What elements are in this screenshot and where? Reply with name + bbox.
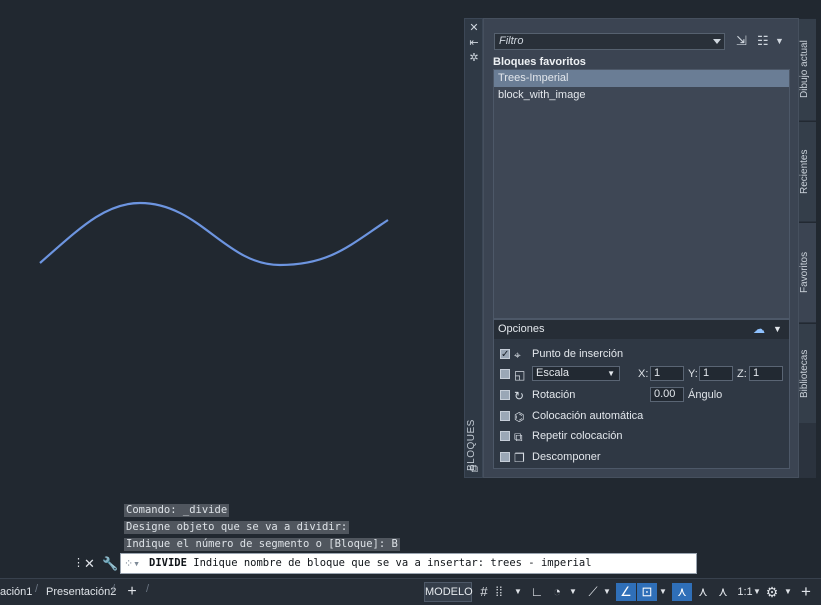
command-name: DIVIDE bbox=[149, 557, 187, 569]
chevron-down-icon[interactable]: ▼ bbox=[513, 583, 523, 601]
add-layout-icon[interactable]: + bbox=[124, 583, 140, 601]
chevron-down-icon[interactable]: ▼ bbox=[607, 367, 615, 380]
command-history-line: Designe objeto que se va a dividir: bbox=[124, 521, 350, 534]
command-history-line: Comando: _divide bbox=[124, 504, 230, 517]
options-title: Opciones bbox=[498, 323, 545, 335]
z-label: Z: bbox=[737, 368, 747, 380]
command-history-line: Indique el número de segmento o [Bloque]… bbox=[124, 538, 400, 551]
chevron-down-icon[interactable]: ▼ bbox=[775, 36, 784, 46]
chevron-down-icon[interactable]: ▼ bbox=[602, 583, 612, 601]
blocks-palette-icon: ⧉ bbox=[470, 463, 478, 475]
browse-library-icon[interactable]: ⇲ bbox=[736, 33, 747, 49]
blocks-palette: Filtro ⇲ ☷ ▼ Bloques favoritos Trees-Imp… bbox=[483, 18, 799, 478]
favorites-title: Bloques favoritos bbox=[493, 56, 586, 68]
tab-recent[interactable]: Recientes bbox=[799, 121, 816, 221]
grip-handle-icon[interactable]: ⋮ bbox=[73, 556, 84, 569]
rotation-input[interactable]: 0.00 bbox=[650, 387, 684, 402]
option-insertion-point[interactable]: ⌖ Punto de inserción bbox=[500, 346, 780, 363]
filter-placeholder: Filtro bbox=[499, 35, 524, 47]
z-input[interactable]: 1 bbox=[749, 366, 783, 381]
tab-favorites[interactable]: Favoritos bbox=[799, 222, 816, 322]
x-label: X: bbox=[638, 368, 649, 380]
palette-tabs: Dibujo actual Recientes Favoritos Biblio… bbox=[799, 18, 816, 478]
repeat-placement-checkbox[interactable] bbox=[500, 431, 510, 441]
option-scale[interactable]: ◱ Escala ▼ X: 1 Y: 1 Z: 1 bbox=[500, 366, 790, 382]
object-snap-icon[interactable]: ⊡ bbox=[637, 583, 657, 601]
command-prompt-icon[interactable]: ⁘▾ bbox=[124, 554, 140, 573]
chevron-down-icon[interactable]: ▼ bbox=[752, 583, 762, 601]
auto-placement-icon: ⌬ bbox=[514, 410, 525, 424]
tab-divider: / bbox=[35, 583, 39, 595]
tab-current-drawing[interactable]: Dibujo actual bbox=[799, 18, 816, 120]
explode-label: Descomponer bbox=[532, 451, 601, 463]
autohide-icon[interactable]: ⇤ bbox=[468, 37, 480, 49]
auto-placement-label: Colocación automática bbox=[532, 410, 644, 422]
chevron-down-icon[interactable]: ▼ bbox=[568, 583, 578, 601]
chevron-down-icon[interactable]: ▼ bbox=[783, 583, 793, 601]
filter-input[interactable]: Filtro bbox=[494, 33, 725, 50]
scale-select[interactable]: Escala ▼ bbox=[532, 366, 620, 381]
insertion-point-checkbox[interactable] bbox=[500, 347, 510, 363]
rotation-label: Rotación bbox=[532, 389, 576, 401]
angle-label: Ángulo bbox=[688, 389, 723, 401]
insertion-point-icon: ⌖ bbox=[514, 348, 521, 362]
favorites-list: Trees-Imperial block_with_image bbox=[493, 69, 790, 319]
option-repeat-placement[interactable]: ⧉ Repetir colocación bbox=[500, 428, 780, 444]
close-icon[interactable]: ✕ bbox=[84, 556, 95, 572]
grid-dots-icon[interactable]: ⁞⁞ bbox=[494, 583, 504, 601]
y-input[interactable]: 1 bbox=[699, 366, 733, 381]
command-prompt-text: Indique nombre de bloque que se va a ins… bbox=[186, 557, 592, 569]
scale-checkbox[interactable] bbox=[500, 369, 510, 379]
tab-divider: / bbox=[112, 583, 116, 595]
scale-select-value: Escala bbox=[536, 367, 570, 379]
ortho-icon[interactable]: ∟ bbox=[528, 583, 546, 601]
model-space-button[interactable]: MODELO bbox=[424, 582, 473, 602]
properties-icon[interactable]: ✲ bbox=[468, 52, 480, 64]
rotation-checkbox[interactable] bbox=[500, 390, 510, 400]
options-panel: Opciones ☁ ▼ ⌖ Punto de inserción ◱ Esca… bbox=[493, 319, 790, 469]
option-auto-placement[interactable]: ⌬ Colocación automática bbox=[500, 408, 780, 424]
y-label: Y: bbox=[688, 368, 698, 380]
customize-wrench-icon[interactable]: 🔧 bbox=[102, 556, 118, 572]
annotation-visibility-icon[interactable]: ⋏ bbox=[672, 583, 692, 601]
close-icon[interactable]: ✕ bbox=[468, 22, 480, 34]
repeat-placement-icon: ⧉ bbox=[514, 430, 523, 444]
tab-libraries[interactable]: Bibliotecas bbox=[799, 323, 816, 423]
grid-icon[interactable]: # bbox=[476, 583, 492, 601]
isodraft-icon[interactable]: ⟋ bbox=[584, 583, 602, 601]
polar-tracking-icon[interactable]: ◔ bbox=[548, 583, 566, 601]
chevron-down-icon[interactable]: ▼ bbox=[773, 320, 782, 339]
auto-scale-icon[interactable]: ⋏ bbox=[694, 583, 712, 601]
spline-entity[interactable] bbox=[39, 201, 389, 267]
option-explode[interactable]: ❐ Descomponer bbox=[500, 449, 780, 465]
layout-tab-1[interactable]: ación1 bbox=[0, 583, 38, 601]
scale-icon: ◱ bbox=[514, 368, 526, 382]
auto-placement-checkbox[interactable] bbox=[500, 411, 510, 421]
status-bar: ación1 / Presentación2 / + / MODELO # ⁞⁞… bbox=[0, 578, 821, 605]
options-header[interactable]: Opciones ☁ ▼ bbox=[494, 320, 789, 339]
tab-divider: / bbox=[146, 583, 150, 595]
chevron-down-icon[interactable] bbox=[713, 39, 721, 44]
repeat-placement-label: Repetir colocación bbox=[532, 430, 623, 442]
option-rotation[interactable]: ↻ Rotación 0.00 Ángulo bbox=[500, 387, 780, 403]
x-input[interactable]: 1 bbox=[650, 366, 684, 381]
list-item-block-with-image[interactable]: block_with_image bbox=[494, 87, 789, 104]
annotation-scale-icon[interactable]: ⋏ bbox=[714, 583, 732, 601]
explode-icon: ❐ bbox=[514, 451, 525, 465]
gear-icon[interactable]: ⚙ bbox=[764, 583, 780, 601]
layout-tab-2[interactable]: Presentación2 bbox=[40, 583, 122, 601]
explode-checkbox[interactable] bbox=[500, 452, 510, 462]
object-snap-tracking-icon[interactable]: ∠ bbox=[616, 583, 636, 601]
view-options-icon[interactable]: ☷ bbox=[757, 33, 769, 49]
insertion-point-label: Punto de inserción bbox=[532, 348, 624, 360]
chevron-down-icon[interactable]: ▼ bbox=[658, 583, 668, 601]
palette-title-bar[interactable]: ✕ ⇤ ✲ BLOQUES ⧉ bbox=[464, 18, 483, 478]
rotation-icon: ↻ bbox=[514, 389, 525, 403]
cloud-sync-icon[interactable]: ☁ bbox=[753, 320, 765, 339]
command-line-input[interactable]: ⁘▾ DIVIDE Indique nombre de bloque que s… bbox=[120, 553, 697, 574]
plus-icon[interactable]: + bbox=[797, 583, 815, 601]
list-item-trees-imperial[interactable]: Trees-Imperial bbox=[494, 70, 789, 87]
